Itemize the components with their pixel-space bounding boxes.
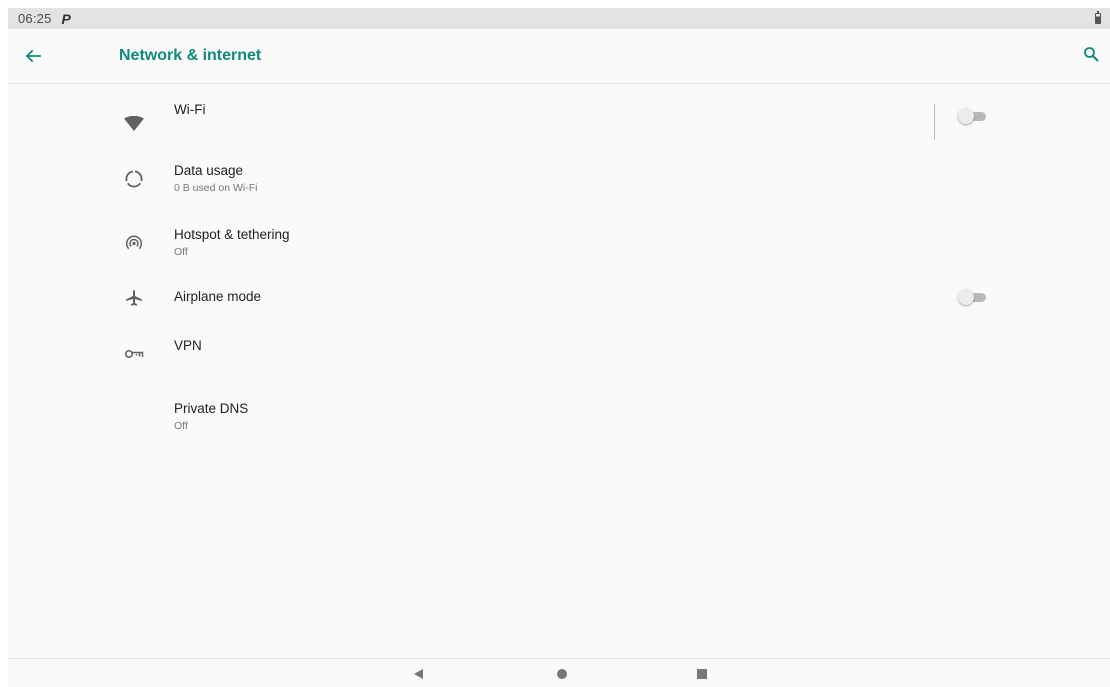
setting-item-data-usage[interactable]: Data usage 0 B used on Wi-Fi	[8, 152, 1110, 210]
setting-item-vpn[interactable]: VPN	[8, 326, 1110, 384]
wifi-toggle-switch[interactable]	[958, 108, 988, 124]
navigation-bar	[8, 658, 1110, 687]
wifi-icon	[122, 112, 146, 136]
notification-p-icon: P	[61, 10, 71, 27]
setting-summary: 0 B used on Wi-Fi	[174, 182, 258, 194]
wifi-toggle-thumb	[958, 108, 974, 124]
nav-recents-icon[interactable]	[696, 667, 708, 685]
nav-back-icon[interactable]	[412, 667, 424, 685]
setting-item-airplane-mode[interactable]: Airplane mode	[8, 270, 1110, 328]
status-bar: 06:25 P	[8, 8, 1110, 29]
status-time: 06:25	[18, 11, 52, 26]
nav-home-icon[interactable]	[556, 667, 568, 685]
data-usage-icon	[122, 167, 146, 191]
app-toolbar: Network & internet	[8, 29, 1110, 84]
hotspot-icon	[122, 231, 146, 255]
setting-item-hotspot[interactable]: Hotspot & tethering Off	[8, 216, 1110, 274]
setting-summary: Off	[174, 246, 188, 258]
android-screen: 06:25 P Network & internet Wi-Fi Data us…	[8, 8, 1110, 687]
setting-item-wifi[interactable]: Wi-Fi	[8, 88, 1110, 146]
setting-label: Airplane mode	[174, 289, 262, 304]
setting-label: Private DNS	[174, 401, 249, 416]
setting-label: Hotspot & tethering	[174, 227, 290, 242]
vpn-key-icon	[122, 342, 146, 366]
page-title: Network & internet	[119, 47, 262, 64]
airplane-mode-toggle-switch[interactable]	[958, 289, 988, 305]
setting-item-private-dns[interactable]: Private DNS Off	[8, 390, 1110, 448]
airplane-toggle-thumb	[958, 289, 974, 305]
setting-label: Data usage	[174, 163, 244, 178]
setting-summary: Off	[174, 420, 188, 432]
setting-label: VPN	[174, 338, 202, 353]
search-icon[interactable]	[1080, 43, 1102, 65]
back-arrow-icon[interactable]	[22, 45, 44, 67]
battery-icon	[1095, 11, 1101, 24]
airplane-icon	[122, 286, 146, 310]
wifi-toggle-divider	[934, 104, 935, 140]
setting-label: Wi-Fi	[174, 102, 206, 117]
